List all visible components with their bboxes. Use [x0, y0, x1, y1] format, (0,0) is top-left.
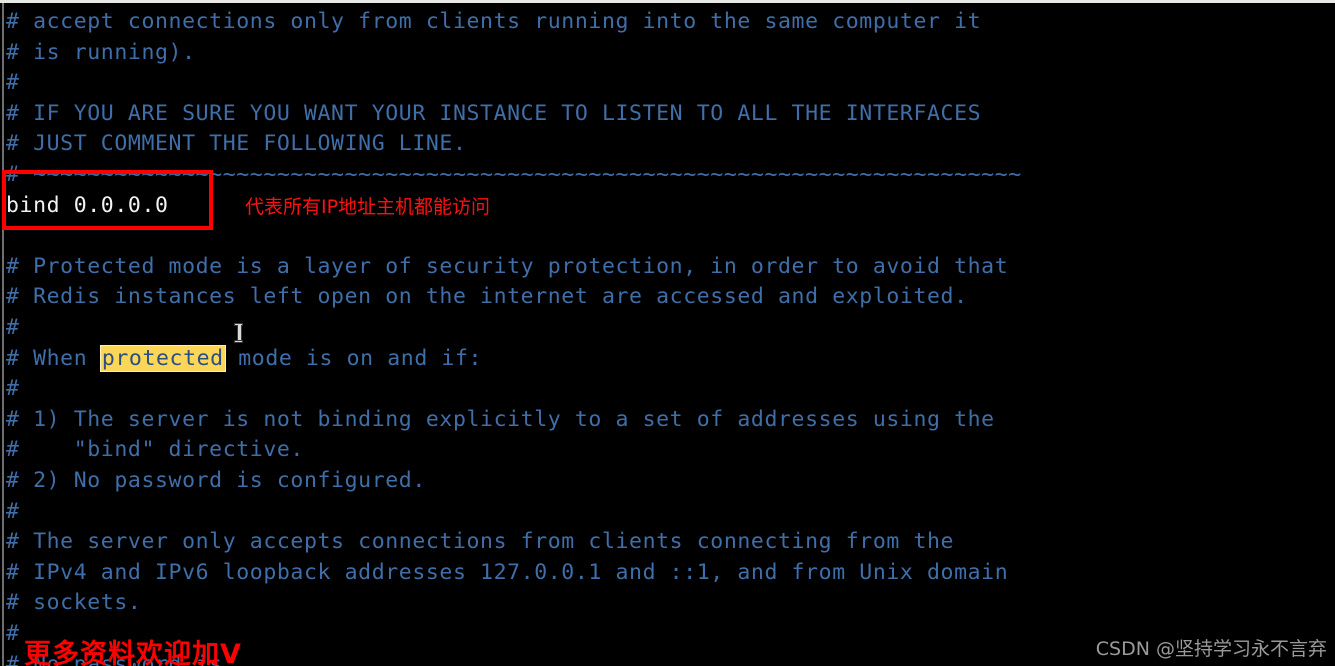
editor-line[interactable]: # Redis instances left open on the inter… [6, 282, 968, 313]
bind-annotation-note: 代表所有IP地址主机都能访问 [245, 196, 491, 218]
terminal-screen: # accept connections only from clients r… [0, 0, 1335, 666]
promo-watermark: 更多资料欢迎加V [24, 639, 242, 666]
editor-line[interactable]: # When protected mode is on and if: [6, 344, 482, 375]
editor-line[interactable]: # IF YOU ARE SURE YOU WANT YOUR INSTANCE… [6, 99, 981, 130]
editor-line[interactable]: # JUST COMMENT THE FOLLOWING LINE. [6, 129, 467, 160]
editor-line[interactable]: # [6, 374, 20, 405]
editor-line[interactable]: # The server only accepts connections fr… [6, 527, 954, 558]
editor-line[interactable]: bind 0.0.0.0 [6, 191, 169, 222]
search-match-highlight: protected [100, 345, 225, 371]
editor-line[interactable]: # [6, 68, 20, 99]
editor-line[interactable]: # 2) No password is configured. [6, 466, 426, 497]
editor-text-area[interactable]: # accept connections only from clients r… [0, 3, 1335, 666]
editor-line[interactable]: # IPv4 and IPv6 loopback addresses 127.0… [6, 558, 1008, 589]
editor-line[interactable]: # [6, 619, 20, 650]
editor-line[interactable]: # ~~~~~~~~~~~~~~~~~~~~~~~~~~~~~~~~~~~~~~… [6, 160, 1022, 191]
csdn-watermark: CSDN @坚持学习永不言弃 [1095, 638, 1327, 660]
editor-line[interactable]: # [6, 313, 20, 344]
editor-line[interactable]: # is running). [6, 38, 196, 69]
editor-line[interactable]: # 1) The server is not binding explicitl… [6, 405, 995, 436]
editor-line[interactable]: # sockets. [6, 588, 141, 619]
editor-line[interactable]: # accept connections only from clients r… [6, 7, 981, 38]
editor-line[interactable]: # "bind" directive. [6, 435, 304, 466]
editor-line[interactable]: # [6, 497, 20, 528]
editor-line[interactable]: # Protected mode is a layer of security … [6, 252, 1008, 283]
